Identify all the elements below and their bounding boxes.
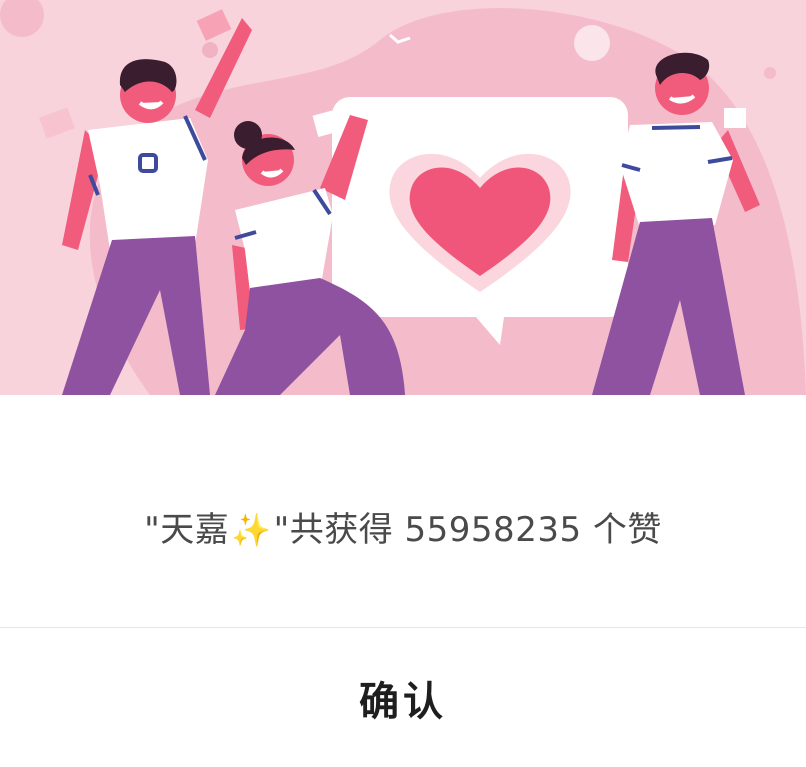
likes-count: 55958235 [404, 509, 582, 550]
message-suffix: 个赞 [592, 509, 662, 550]
user-nickname: 天嘉 [160, 509, 230, 550]
likes-dialog: "天嘉✨"共获得 55958235 个赞 确认 [0, 0, 806, 767]
confirm-button[interactable]: 确认 [0, 628, 806, 767]
celebration-illustration [0, 0, 806, 395]
sparkle-icon: ✨ [231, 510, 272, 549]
quote-open: " [144, 509, 161, 550]
message-prefix: 共获得 [289, 509, 394, 550]
quote-close: " [273, 509, 290, 550]
heart-bubble [332, 97, 628, 345]
likes-message: "天嘉✨"共获得 55958235 个赞 [144, 502, 662, 551]
message-area: "天嘉✨"共获得 55958235 个赞 [0, 395, 806, 627]
